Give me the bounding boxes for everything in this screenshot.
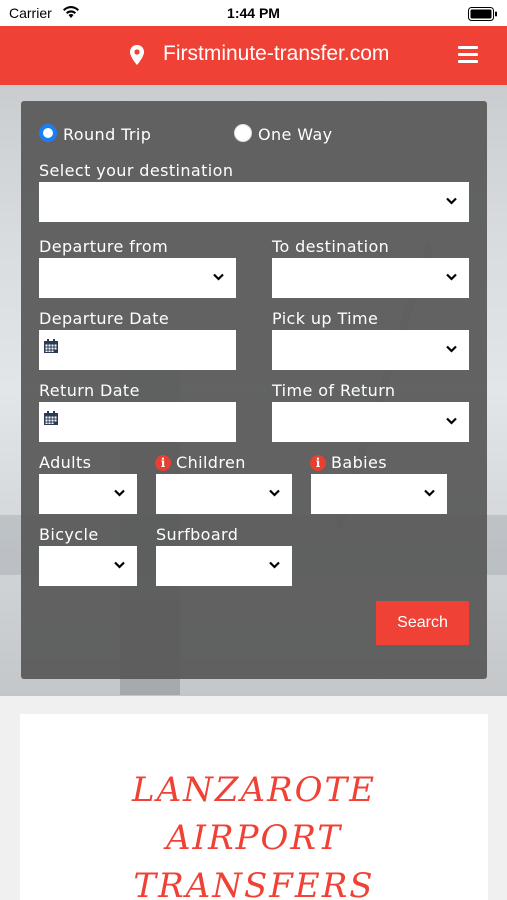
one-way-label[interactable]: One Way bbox=[258, 125, 333, 144]
surfboard-select[interactable] bbox=[156, 546, 292, 586]
to-destination-select[interactable] bbox=[272, 258, 469, 298]
surfboard-label: Surfboard bbox=[156, 525, 239, 544]
one-way-radio[interactable] bbox=[234, 124, 252, 142]
babies-info-icon[interactable]: i bbox=[310, 455, 326, 471]
departure-date-input[interactable] bbox=[39, 330, 236, 370]
promo-heading-line: LANZAROTE bbox=[131, 770, 377, 810]
return-time-label: Time of Return bbox=[272, 381, 396, 400]
chevron-down-icon bbox=[269, 489, 280, 497]
clock: 1:44 PM bbox=[227, 5, 280, 21]
pickup-time-label: Pick up Time bbox=[272, 309, 379, 328]
return-time-select[interactable] bbox=[272, 402, 469, 442]
battery-icon bbox=[468, 7, 497, 21]
chevron-down-icon bbox=[446, 417, 457, 425]
pickup-time-select[interactable] bbox=[272, 330, 469, 370]
status-bar: Carrier 1:44 PM bbox=[0, 0, 507, 26]
babies-select[interactable] bbox=[311, 474, 447, 514]
bicycle-label: Bicycle bbox=[39, 525, 99, 544]
chevron-down-icon bbox=[114, 561, 125, 569]
promo-card: LANZAROTE AIRPORT TRANSFERS bbox=[20, 714, 488, 900]
calendar-icon[interactable] bbox=[43, 410, 59, 426]
chevron-down-icon bbox=[446, 273, 457, 281]
adults-label: Adults bbox=[39, 453, 92, 472]
hamburger-menu-icon[interactable] bbox=[458, 46, 478, 63]
chevron-down-icon bbox=[446, 197, 457, 205]
adults-select[interactable] bbox=[39, 474, 137, 514]
bicycle-select[interactable] bbox=[39, 546, 137, 586]
chevron-down-icon bbox=[114, 489, 125, 497]
to-destination-label: To destination bbox=[272, 237, 390, 256]
return-date-label: Return Date bbox=[39, 381, 140, 400]
booking-form-panel: Round Trip One Way Select your destinati… bbox=[21, 101, 487, 679]
children-select[interactable] bbox=[156, 474, 292, 514]
chevron-down-icon bbox=[269, 561, 280, 569]
map-marker-icon bbox=[130, 45, 144, 65]
promo-heading-line: TRANSFERS bbox=[133, 866, 375, 900]
departure-from-select[interactable] bbox=[39, 258, 236, 298]
promo-heading-line: AIRPORT bbox=[165, 818, 342, 858]
departure-date-label: Departure Date bbox=[39, 309, 170, 328]
departure-from-label: Departure from bbox=[39, 237, 169, 256]
search-button[interactable]: Search bbox=[376, 601, 469, 645]
promo-section: LANZAROTE AIRPORT TRANSFERS bbox=[0, 696, 507, 900]
children-info-icon[interactable]: i bbox=[155, 455, 171, 471]
site-title[interactable]: Firstminute-transfer.com bbox=[163, 42, 389, 66]
chevron-down-icon bbox=[424, 489, 435, 497]
round-trip-label[interactable]: Round Trip bbox=[63, 125, 151, 144]
babies-label: Babies bbox=[331, 453, 387, 472]
chevron-down-icon bbox=[213, 273, 224, 281]
calendar-icon[interactable] bbox=[43, 338, 59, 354]
destination-label: Select your destination bbox=[39, 161, 234, 180]
destination-select[interactable] bbox=[39, 182, 469, 222]
round-trip-radio[interactable] bbox=[39, 124, 57, 142]
children-label: Children bbox=[176, 453, 246, 472]
chevron-down-icon bbox=[446, 345, 457, 353]
app-header: Firstminute-transfer.com bbox=[0, 26, 507, 85]
return-date-input[interactable] bbox=[39, 402, 236, 442]
